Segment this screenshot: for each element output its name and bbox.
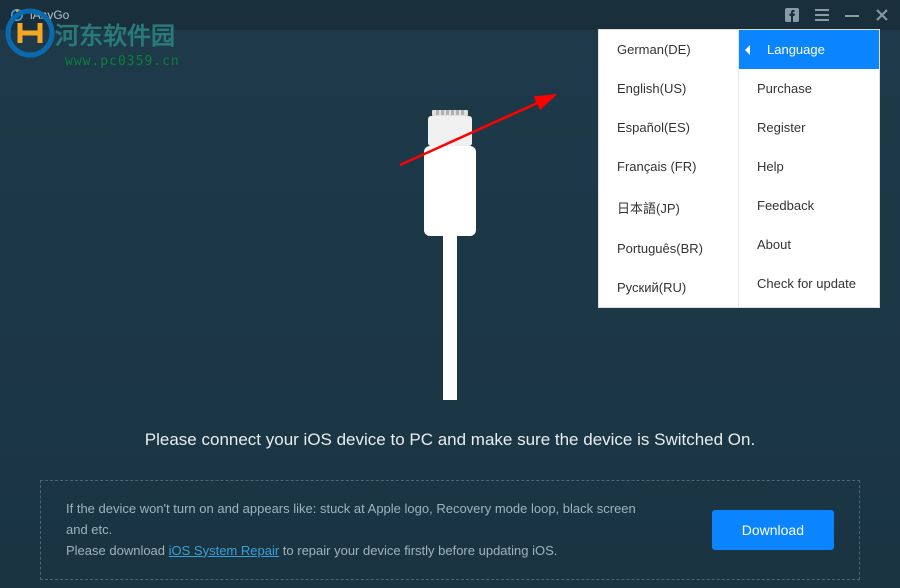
app-name: iAnyGo: [30, 8, 69, 22]
menu-item-purchase[interactable]: Purchase: [739, 69, 879, 108]
menu-item-help[interactable]: Help: [739, 147, 879, 186]
menu-item-check-update[interactable]: Check for update: [739, 264, 879, 303]
lang-option-spanish[interactable]: Español(ES): [599, 108, 738, 147]
menu-item-language[interactable]: Language: [739, 30, 879, 69]
troubleshoot-text: If the device won't turn on and appears …: [66, 499, 656, 561]
titlebar-controls: [784, 8, 890, 22]
menu-item-feedback[interactable]: Feedback: [739, 186, 879, 225]
lang-option-french[interactable]: Français (FR): [599, 147, 738, 186]
titlebar-left: iAnyGo: [10, 8, 69, 22]
lang-option-english[interactable]: English(US): [599, 69, 738, 108]
lang-option-german[interactable]: German(DE): [599, 30, 738, 69]
titlebar: iAnyGo: [0, 0, 900, 30]
menu-item-about[interactable]: About: [739, 225, 879, 264]
ios-system-repair-link[interactable]: iOS System Repair: [169, 543, 280, 558]
connect-instruction: Please connect your iOS device to PC and…: [145, 430, 755, 450]
menu-item-register[interactable]: Register: [739, 108, 879, 147]
language-submenu: German(DE) English(US) Español(ES) Franç…: [599, 30, 739, 307]
app-logo-icon: [10, 8, 24, 22]
download-button[interactable]: Download: [712, 510, 834, 550]
troubleshoot-box: If the device won't turn on and appears …: [40, 480, 860, 580]
facebook-icon[interactable]: [784, 8, 800, 22]
close-icon[interactable]: [874, 8, 890, 22]
annotation-arrow: [395, 90, 565, 170]
minimize-icon[interactable]: [844, 8, 860, 22]
lang-option-japanese[interactable]: 日本語(JP): [599, 186, 738, 229]
lang-option-russian[interactable]: Pуский(RU): [599, 268, 738, 307]
lang-option-portuguese[interactable]: Português(BR): [599, 229, 738, 268]
main-menu: Language Purchase Register Help Feedback…: [739, 30, 879, 307]
dropdown-menu: German(DE) English(US) Español(ES) Franç…: [598, 29, 880, 308]
menu-icon[interactable]: [814, 9, 830, 21]
